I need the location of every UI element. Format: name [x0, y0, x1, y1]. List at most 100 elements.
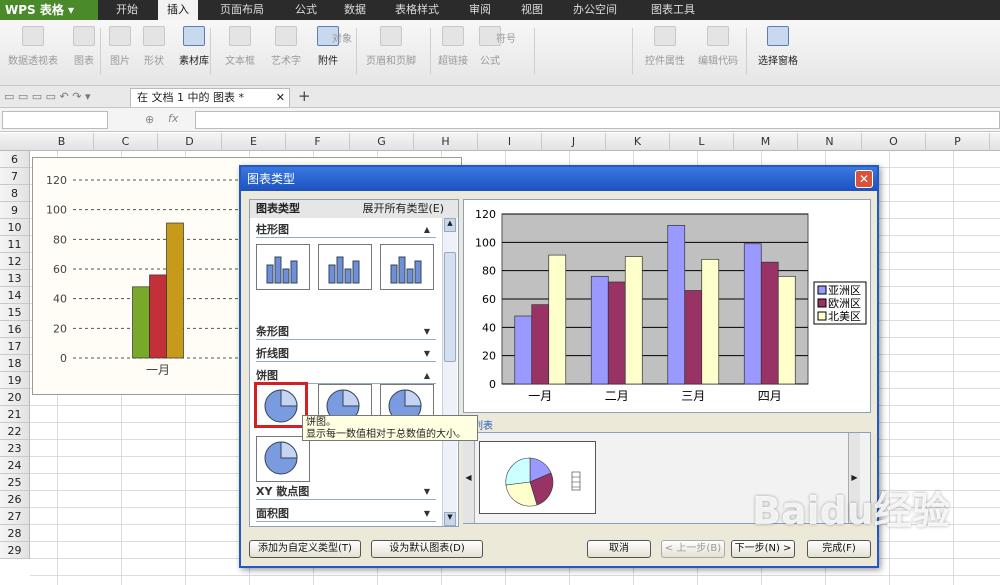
- column-header-M[interactable]: M: [734, 133, 798, 151]
- column-header-P[interactable]: P: [926, 133, 990, 151]
- chevron-icon-1[interactable]: ▼: [424, 324, 430, 340]
- row-header-7[interactable]: 7: [0, 168, 30, 185]
- menu-item-1[interactable]: 插入: [158, 0, 198, 20]
- chart-category-1[interactable]: 条形图 ▼: [256, 324, 436, 340]
- ribbon-button-0[interactable]: 数据透视表: [4, 24, 62, 74]
- ribbon-button-6[interactable]: 艺术字: [264, 24, 308, 74]
- row-header-27[interactable]: 27: [0, 508, 30, 525]
- row-header-20[interactable]: 20: [0, 389, 30, 406]
- row-header-19[interactable]: 19: [0, 372, 30, 389]
- column-header-K[interactable]: K: [606, 133, 670, 151]
- chart-category-label-4: XY 散点图: [256, 485, 310, 498]
- row-header-12[interactable]: 12: [0, 253, 30, 270]
- app-menu-button[interactable]: WPS 表格 ▾: [0, 0, 98, 20]
- row-header-21[interactable]: 21: [0, 406, 30, 423]
- scroll-down-icon[interactable]: ▼: [444, 512, 456, 526]
- column-header-I[interactable]: I: [478, 133, 542, 151]
- row-header-22[interactable]: 22: [0, 423, 30, 440]
- menu-item-8[interactable]: 办公空间: [562, 0, 628, 20]
- ribbon-button-11[interactable]: 控件属性: [640, 24, 690, 74]
- add-custom-type-button[interactable]: 添加为自定义类型(T): [249, 540, 361, 558]
- menu-item-6[interactable]: 审阅: [458, 0, 502, 20]
- scroll-left-icon[interactable]: ◀: [463, 433, 475, 523]
- expand-all-types-button[interactable]: 展开所有类型(E): [362, 200, 444, 218]
- chevron-icon-5[interactable]: ▼: [424, 506, 430, 522]
- chevron-icon-2[interactable]: ▼: [424, 346, 430, 362]
- pie-thumbnail[interactable]: [479, 441, 596, 514]
- prev-step-button[interactable]: < 上一步(B): [661, 540, 725, 558]
- chevron-icon-0[interactable]: ▲: [424, 222, 430, 238]
- formula-input[interactable]: [195, 111, 1000, 129]
- row-header-23[interactable]: 23: [0, 440, 30, 457]
- menu-item-9[interactable]: 图表工具: [638, 0, 708, 20]
- row-header-26[interactable]: 26: [0, 491, 30, 508]
- scroll-thumb[interactable]: [444, 252, 456, 362]
- row-header-24[interactable]: 24: [0, 457, 30, 474]
- column-header-C[interactable]: C: [94, 133, 158, 151]
- zoom-icon[interactable]: ⊕: [145, 113, 154, 126]
- column-header-F[interactable]: F: [286, 133, 350, 151]
- column-header-H[interactable]: H: [414, 133, 478, 151]
- row-header-25[interactable]: 25: [0, 474, 30, 491]
- column-header-B[interactable]: B: [30, 133, 94, 151]
- row-header-8[interactable]: 8: [0, 185, 30, 202]
- ribbon-button-1[interactable]: 图表: [64, 24, 104, 74]
- next-step-button[interactable]: 下一步(N) >: [731, 540, 795, 558]
- row-header-17[interactable]: 17: [0, 338, 30, 355]
- menu-item-2[interactable]: 页面布局: [206, 0, 278, 20]
- ribbon-button-12[interactable]: 编辑代码: [692, 24, 744, 74]
- column-header-J[interactable]: J: [542, 133, 606, 151]
- menu-item-0[interactable]: 开始: [104, 0, 150, 20]
- ribbon-button-3[interactable]: 形状: [136, 24, 172, 74]
- chart-subtype-pie-of-pie[interactable]: [256, 436, 310, 482]
- row-header-11[interactable]: 11: [0, 236, 30, 253]
- chart-category-4[interactable]: XY 散点图 ▼: [256, 484, 436, 500]
- chart-subtype-bar-stacked[interactable]: [318, 244, 372, 290]
- column-header-D[interactable]: D: [158, 133, 222, 151]
- column-header-E[interactable]: E: [222, 133, 286, 151]
- row-header-18[interactable]: 18: [0, 355, 30, 372]
- ribbon-button-13[interactable]: 选择窗格: [752, 24, 804, 74]
- finish-button[interactable]: 完成(F): [807, 540, 871, 558]
- scroll-up-icon[interactable]: ▲: [444, 218, 456, 232]
- ribbon-button-5[interactable]: 文本框: [218, 24, 262, 74]
- close-icon[interactable]: ✕: [855, 170, 873, 188]
- chevron-icon-3[interactable]: ▲: [424, 368, 430, 384]
- row-header-6[interactable]: 6: [0, 151, 30, 168]
- menu-item-4[interactable]: 数据: [334, 0, 376, 20]
- chevron-icon-4[interactable]: ▼: [424, 484, 430, 500]
- quick-access-toolbar[interactable]: ▭ ▭ ▭ ▭ ↶ ↷ ▾: [4, 90, 91, 103]
- name-box[interactable]: [2, 111, 108, 129]
- chart-category-2[interactable]: 折线图 ▼: [256, 346, 436, 362]
- menu-item-3[interactable]: 公式: [286, 0, 326, 20]
- row-header-29[interactable]: 29: [0, 542, 30, 559]
- fx-icon[interactable]: fx: [168, 112, 178, 125]
- ribbon-button-8[interactable]: 页眉和页脚: [360, 24, 422, 74]
- document-tab[interactable]: 在 文档 1 中的 图表 * ✕: [130, 88, 290, 107]
- ribbon-button-9[interactable]: 超链接: [436, 24, 470, 74]
- chart-type-scrollbar[interactable]: ▲ ▼: [442, 218, 457, 526]
- cancel-button[interactable]: 取消: [587, 540, 651, 558]
- column-header-O[interactable]: O: [862, 133, 926, 151]
- menu-item-5[interactable]: 表格样式: [384, 0, 450, 20]
- column-header-N[interactable]: N: [798, 133, 862, 151]
- row-header-28[interactable]: 28: [0, 525, 30, 542]
- column-header-G[interactable]: G: [350, 133, 414, 151]
- menu-item-7[interactable]: 视图: [510, 0, 554, 20]
- row-header-9[interactable]: 9: [0, 202, 30, 219]
- chart-subtype-bar-percent[interactable]: [380, 244, 434, 290]
- chart-category-5[interactable]: 面积图 ▼: [256, 506, 436, 522]
- close-tab-icon[interactable]: ✕: [276, 89, 285, 107]
- set-default-chart-button[interactable]: 设为默认图表(D): [371, 540, 483, 558]
- row-header-10[interactable]: 10: [0, 219, 30, 236]
- new-tab-icon[interactable]: +: [298, 87, 311, 105]
- row-header-15[interactable]: 15: [0, 304, 30, 321]
- column-header-L[interactable]: L: [670, 133, 734, 151]
- row-header-13[interactable]: 13: [0, 270, 30, 287]
- chart-subtype-bar-cluster[interactable]: [256, 244, 310, 290]
- chart-category-0[interactable]: 柱形图 ▲: [256, 222, 436, 238]
- ribbon-button-2[interactable]: 图片: [104, 24, 136, 74]
- chart-subtype-pie[interactable]: [254, 382, 308, 428]
- row-header-16[interactable]: 16: [0, 321, 30, 338]
- row-header-14[interactable]: 14: [0, 287, 30, 304]
